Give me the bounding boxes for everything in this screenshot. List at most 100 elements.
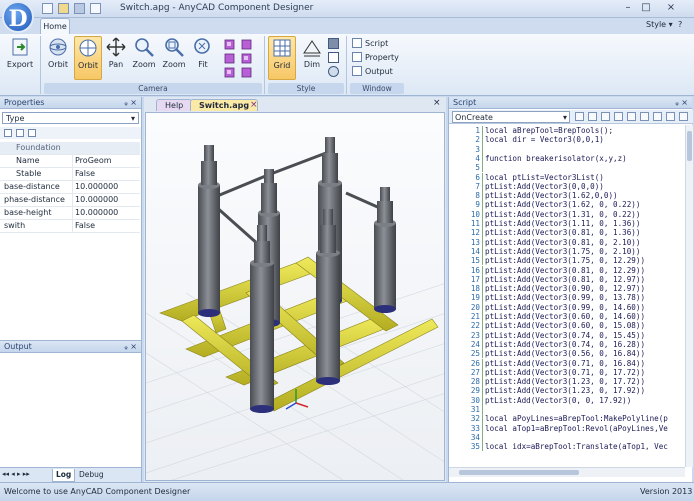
3d-viewport[interactable] (145, 112, 445, 481)
property-value[interactable]: False (72, 220, 95, 232)
tab-help[interactable]: Help (156, 99, 193, 111)
code-line[interactable]: 20 ptList:Add(Vector3(0.99, 0, 14.60)) (449, 302, 685, 312)
tab-log[interactable]: Log (52, 469, 76, 482)
property-pages-icon[interactable] (28, 129, 36, 137)
code-line[interactable]: 5 (449, 163, 685, 173)
minimize-button[interactable]: – (620, 2, 636, 15)
property-row[interactable]: base-distance 10.000000 (0, 181, 140, 194)
code-line[interactable]: 4 function breakerisolator(x,y,z) (449, 153, 685, 164)
code-line[interactable]: 15 ptList:Add(Vector3(1.75, 0, 12.29)) (449, 256, 685, 266)
tab-close-icon[interactable]: × (250, 100, 258, 110)
run-icon[interactable] (575, 112, 584, 121)
code-line[interactable]: 10 ptList:Add(Vector3(1.31, 0, 0.22)) (449, 209, 685, 219)
orbit-active-button[interactable]: Orbit (74, 36, 102, 80)
code-line[interactable]: 24 ptList:Add(Vector3(0.74, 0, 16.28)) (449, 339, 685, 350)
property-value[interactable]: 10.000000 (72, 194, 118, 206)
style-menu[interactable]: Style ▾ (646, 20, 673, 29)
code-line[interactable]: 27 ptList:Add(Vector3(0.71, 0, 17.72)) (449, 367, 685, 378)
property-value[interactable]: 10.000000 (72, 181, 118, 193)
output-toggle[interactable]: Output (352, 65, 404, 79)
code-line[interactable]: 22 ptList:Add(Vector3(0.60, 0, 15.08)) (449, 321, 685, 331)
event-select[interactable]: OnCreate ▾ (452, 111, 570, 123)
document-close-icon[interactable]: × (433, 98, 441, 108)
properties-pin-close[interactable]: ᵩ × (124, 97, 137, 109)
script-toggle[interactable]: Script (352, 37, 404, 51)
code-line[interactable]: 29 ptList:Add(Vector3(1.23, 0, 17.92)) (449, 386, 685, 396)
code-line[interactable]: 21 ptList:Add(Vector3(0.60, 0, 14.60)) (449, 312, 685, 322)
fit-button[interactable]: Fit (190, 36, 216, 80)
settings-icon[interactable] (679, 112, 688, 121)
paste-icon[interactable] (666, 112, 675, 121)
code-line[interactable]: 16 ptList:Add(Vector3(0.81, 0, 12.29)) (449, 265, 685, 275)
scroll-thumb[interactable] (687, 131, 692, 161)
code-line[interactable]: 9 ptList:Add(Vector3(1.62, 0, 0.22)) (449, 200, 685, 210)
zoom-button[interactable]: Zoom (130, 36, 158, 80)
property-row[interactable]: phase-distance 10.000000 (0, 194, 140, 207)
new-script-icon[interactable] (614, 112, 623, 121)
code-line[interactable]: 25 ptList:Add(Vector3(0.56, 0, 16.84)) (449, 349, 685, 359)
tab-home[interactable]: Home (40, 18, 70, 34)
new-file-icon[interactable] (42, 3, 53, 14)
wireframe-icon[interactable] (328, 52, 339, 63)
property-row[interactable]: swith False (0, 220, 140, 233)
zoom-window-button[interactable]: Zoom (160, 36, 188, 80)
shaded-icon[interactable] (328, 38, 339, 49)
open-folder-icon[interactable] (58, 3, 69, 14)
vertical-scrollbar[interactable] (685, 125, 693, 467)
code-line[interactable]: 13 ptList:Add(Vector3(0.81, 0, 2.10)) (449, 237, 685, 247)
save-script-icon[interactable] (640, 112, 649, 121)
sphere-icon[interactable] (328, 66, 339, 77)
property-value[interactable]: False (72, 168, 95, 180)
code-line[interactable]: 1 local aBrepTool=BrepTools(); (449, 126, 685, 136)
property-row[interactable]: base-height 10.000000 (0, 207, 140, 220)
code-line[interactable]: 11 ptList:Add(Vector3(1.11, 0, 1.36)) (449, 219, 685, 229)
tab-debug[interactable]: Debug (76, 469, 107, 482)
property-row[interactable]: Name ProGeom (0, 155, 140, 168)
code-line[interactable]: 19 ptList:Add(Vector3(0.99, 0, 13.78)) (449, 293, 685, 303)
code-line[interactable]: 33 local aTop1=aBrepTool:Revol(aPoyLines,… (449, 423, 685, 433)
property-row[interactable]: Stable False (0, 168, 140, 181)
code-line[interactable]: 8 ptList:Add(Vector3(1.62,0,0)) (449, 191, 685, 201)
horizontal-scrollbar[interactable] (449, 467, 685, 477)
sort-alpha-icon[interactable] (16, 129, 24, 137)
type-select[interactable]: Type ▾ (2, 112, 139, 124)
tab-switch-apg[interactable]: Switch.apg (190, 99, 259, 111)
help-icon[interactable]: ? (678, 20, 682, 29)
open-script-icon[interactable] (627, 112, 636, 121)
dim-button[interactable]: Dim (298, 36, 326, 80)
code-line[interactable]: 2 local dir = Vector3(0,0,1) (449, 135, 685, 145)
copy-icon[interactable] (653, 112, 662, 121)
export-button[interactable]: Export (4, 36, 36, 80)
code-line[interactable]: 12 ptList:Add(Vector3(0.81, 0, 1.36)) (449, 228, 685, 238)
print-icon[interactable] (90, 3, 101, 14)
step-icon[interactable] (588, 112, 597, 121)
code-line[interactable]: 28 ptList:Add(Vector3(1.23, 0, 17.72)) (449, 377, 685, 387)
property-toggle[interactable]: Property (352, 51, 404, 65)
property-value[interactable]: ProGeom (72, 155, 112, 167)
output-pin-close[interactable]: ᵩ × (124, 341, 137, 353)
app-logo[interactable]: D (2, 1, 34, 33)
view-cube-icons[interactable] (222, 38, 258, 82)
code-line[interactable]: 23 ptList:Add(Vector3(0.74, 0, 15.45)) (449, 330, 685, 340)
code-line[interactable]: 18 ptList:Add(Vector3(0.90, 0, 12.97)) (449, 284, 685, 294)
hscroll-thumb[interactable] (459, 470, 579, 475)
output-nav-arrows[interactable]: ◂◂ ◂ ▸ ▸▸ (2, 470, 30, 478)
code-line[interactable]: 31 (449, 405, 685, 415)
save-icon[interactable] (74, 3, 85, 14)
code-line[interactable]: 35 local idx=aBrepTool:Translate(aTop1, V… (449, 442, 685, 452)
grid-button[interactable]: Grid (268, 36, 296, 80)
code-line[interactable]: 6 local ptList=Vector3List() (449, 172, 685, 182)
maximize-button[interactable]: □ (638, 2, 654, 15)
code-editor[interactable]: 1 local aBrepTool=BrepTools(); 2 local dir … (449, 125, 685, 467)
code-line[interactable]: 7 ptList:Add(Vector3(0,0,0)) (449, 181, 685, 192)
close-button[interactable]: × (658, 2, 684, 15)
code-line[interactable]: 14 ptList:Add(Vector3(1.75, 0, 2.10)) (449, 246, 685, 257)
code-line[interactable]: 30 ptList:Add(Vector3(0, 0, 17.92)) (449, 395, 685, 405)
code-line[interactable]: 3 (449, 144, 685, 154)
stop-icon[interactable] (601, 112, 610, 121)
pan-button[interactable]: Pan (104, 36, 128, 80)
property-value[interactable]: 10.000000 (72, 207, 118, 219)
property-row[interactable]: Foundation (0, 142, 140, 155)
orbit-button[interactable]: Orbit (44, 36, 72, 80)
code-line[interactable]: 32 local aPoyLines=aBrepTool:MakePolyline… (449, 414, 685, 424)
